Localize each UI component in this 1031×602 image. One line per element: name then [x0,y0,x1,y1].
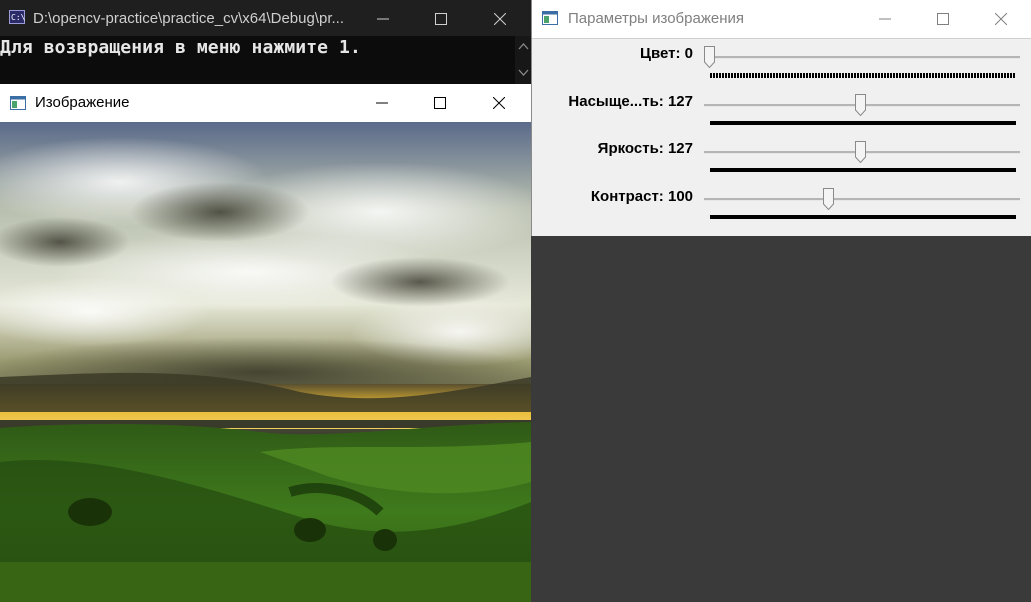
opencv-window-icon [10,96,26,110]
close-button[interactable] [973,0,1029,38]
slider-thumb[interactable] [855,94,867,116]
maximize-icon [435,13,447,25]
scroll-down-icon[interactable] [518,67,529,77]
params-title: Параметры изображения [568,10,744,27]
minimize-icon [376,102,388,104]
close-icon [995,13,1007,25]
slider-thumb[interactable] [704,46,715,68]
console-scrollbar[interactable] [515,36,532,84]
slider-label: Цвет: 0 [640,45,693,62]
close-button[interactable] [472,0,528,38]
image-title: Изображение [35,94,130,111]
svg-text:C:\: C:\ [11,13,25,22]
slider-thumb[interactable] [855,141,867,163]
close-icon [493,97,505,109]
console-window: C:\ D:\opencv-practice\practice_cv\x64\D… [0,0,532,84]
slider-label: Яркость: 127 [597,140,693,157]
minimize-icon [879,18,891,20]
maximize-button[interactable] [412,84,468,122]
close-button[interactable] [471,84,527,122]
opencv-window-icon [542,11,558,25]
maximize-icon [434,97,446,109]
close-icon [494,13,506,25]
slider-label: Контраст: 100 [590,188,693,205]
console-output: Для возвращения в меню нажмите 1. [0,37,361,58]
image-titlebar[interactable]: Изображение [0,84,531,122]
slider-thumb[interactable] [823,188,835,210]
slider-bar [710,215,1016,219]
slider-focus-bar [710,73,1016,78]
scroll-up-icon[interactable] [518,42,529,52]
params-window: Параметры изображения Цвет: 0 Насыще...т… [531,0,1031,236]
slider-bar [710,168,1016,172]
minimize-button[interactable] [354,84,410,122]
titlebar-divider [532,38,1031,39]
console-app-icon: C:\ [9,10,25,24]
maximize-icon [937,13,949,25]
minimize-button[interactable] [355,0,411,38]
slider-label: Насыще...ть: 127 [568,93,693,110]
minimize-icon [377,18,389,20]
maximize-button[interactable] [915,0,971,38]
slider-track[interactable] [704,56,1020,59]
console-titlebar[interactable]: C:\ D:\opencv-practice\practice_cv\x64\D… [0,0,532,36]
console-title: D:\opencv-practice\practice_cv\x64\Debug… [33,10,344,27]
minimize-button[interactable] [857,0,913,38]
slider-track[interactable] [704,198,1020,201]
maximize-button[interactable] [413,0,469,38]
image-window: Изображение [0,84,531,602]
slider-bar [710,121,1016,125]
params-titlebar[interactable]: Параметры изображения [532,0,1031,38]
landscape-image [0,122,531,602]
